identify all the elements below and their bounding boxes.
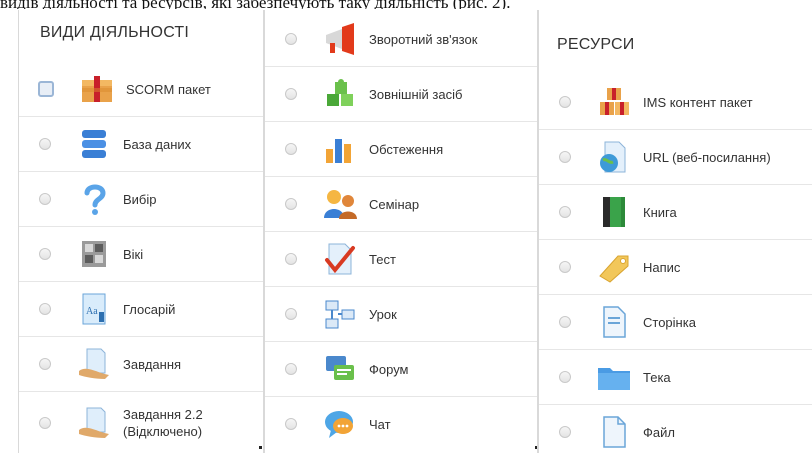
activity-label: Зворотний зв'язок (369, 31, 478, 47)
book-icon (595, 193, 633, 231)
activity-item-workshop[interactable]: Семінар (265, 177, 537, 232)
radio-folder[interactable] (559, 371, 571, 383)
radio-file[interactable] (559, 426, 571, 438)
radio-workshop[interactable] (285, 198, 297, 210)
radio-ims[interactable] (559, 96, 571, 108)
svg-text:Aa: Aa (86, 306, 98, 317)
radio-database[interactable] (39, 138, 51, 150)
separator-dot (259, 446, 262, 449)
workshop-people-icon (321, 185, 359, 223)
resource-item-url[interactable]: URL (веб-посилання) (539, 130, 812, 185)
resource-label: URL (веб-посилання) (643, 149, 771, 165)
activity-item-feedback[interactable]: Зворотний зв'язок (265, 12, 537, 67)
activity-label: Тест (369, 251, 396, 267)
resource-label: Тека (643, 369, 671, 385)
activity-label: Обстеження (369, 141, 444, 157)
scorm-package-icon (78, 70, 116, 108)
radio-glossary[interactable] (39, 303, 51, 315)
forum-chat-icon (321, 350, 359, 388)
resource-item-book[interactable]: Книга (539, 185, 812, 240)
radio-chat[interactable] (285, 418, 297, 430)
radio-survey[interactable] (285, 143, 297, 155)
activity-item-assignment-22[interactable]: Завдання 2.2 (Відключено) (19, 392, 263, 453)
activities-title: ВИДИ ДІЯЛЬНОСТІ (40, 24, 190, 41)
radio-url[interactable] (559, 151, 571, 163)
wiki-icon (75, 235, 113, 273)
activity-label: Зовнішній засіб (369, 86, 463, 102)
radio-quiz[interactable] (285, 253, 297, 265)
activities-panel: ВИДИ ДІЯЛЬНОСТІ SCORM пакет База даних В… (18, 10, 264, 453)
survey-chart-icon (321, 130, 359, 168)
activity-item-forum[interactable]: Форум (265, 342, 537, 397)
resource-label: Книга (643, 204, 677, 220)
radio-scorm[interactable] (38, 81, 54, 97)
resource-label: Файл (643, 424, 675, 440)
chat-bubble-icon (321, 405, 359, 443)
activity-item-choice[interactable]: Вибір (19, 172, 263, 227)
activity-label: Завдання 2.2 (Відключено) (123, 407, 203, 439)
ims-package-icon (595, 83, 633, 121)
activity-label: SCORM пакет (126, 81, 211, 97)
activity-label: Глосарій (123, 301, 176, 317)
activity-item-database[interactable]: База даних (19, 117, 263, 172)
resource-label: IMS контент пакет (643, 94, 753, 110)
radio-forum[interactable] (285, 363, 297, 375)
radio-wiki[interactable] (39, 248, 51, 260)
feedback-megaphone-icon (321, 20, 359, 58)
activity-item-wiki[interactable]: Вікі (19, 227, 263, 282)
label-tag-icon (595, 248, 633, 286)
activity-label: Форум (369, 361, 409, 377)
activity-item-scorm[interactable]: SCORM пакет (19, 62, 263, 117)
resource-item-ims[interactable]: IMS контент пакет (539, 75, 812, 130)
activity-label: Урок (369, 306, 397, 322)
resources-title: РЕСУРСИ (557, 36, 635, 53)
activity-label: Завдання (123, 356, 182, 372)
assignment-icon (75, 345, 113, 383)
resource-item-folder[interactable]: Тека (539, 350, 812, 405)
url-globe-icon (595, 138, 633, 176)
database-icon (75, 125, 113, 163)
activity-item-lesson[interactable]: Урок (265, 287, 537, 342)
activities-panel-2: Зворотний зв'язок Зовнішній засіб Обстеж… (264, 10, 538, 453)
radio-label[interactable] (559, 261, 571, 273)
resource-item-file[interactable]: Файл (539, 405, 812, 453)
folder-icon (595, 358, 633, 396)
activity-item-external-tool[interactable]: Зовнішній засіб (265, 67, 537, 122)
page-icon (595, 303, 633, 341)
activity-label: Вікі (123, 246, 144, 262)
activity-label: Семінар (369, 196, 420, 212)
external-tool-puzzle-icon (321, 75, 359, 113)
quiz-check-icon (321, 240, 359, 278)
file-icon (595, 413, 633, 451)
choice-question-icon (75, 180, 113, 218)
radio-choice[interactable] (39, 193, 51, 205)
activity-item-assignment[interactable]: Завдання (19, 337, 263, 392)
resource-label: Сторінка (643, 314, 696, 330)
resource-label: Напис (643, 259, 681, 275)
lesson-flow-icon (321, 295, 359, 333)
radio-book[interactable] (559, 206, 571, 218)
radio-lesson[interactable] (285, 308, 297, 320)
activity-label: Вибір (123, 191, 157, 207)
resource-item-page[interactable]: Сторінка (539, 295, 812, 350)
assignment-disabled-icon (75, 404, 113, 442)
radio-assignment[interactable] (39, 358, 51, 370)
resources-panel: РЕСУРСИ IMS контент пакет URL (веб-посил… (538, 10, 812, 453)
radio-assignment-22[interactable] (39, 417, 51, 429)
radio-feedback[interactable] (285, 33, 297, 45)
document-caption: видів діяльності та ресурсів, які забезп… (0, 0, 812, 9)
activity-item-quiz[interactable]: Тест (265, 232, 537, 287)
resource-item-label[interactable]: Напис (539, 240, 812, 295)
activity-item-chat[interactable]: Чат (265, 397, 537, 451)
radio-external-tool[interactable] (285, 88, 297, 100)
activity-label: Чат (369, 416, 391, 432)
activity-item-survey[interactable]: Обстеження (265, 122, 537, 177)
activity-item-glossary[interactable]: Aa Глосарій (19, 282, 263, 337)
activity-label: База даних (123, 136, 192, 152)
glossary-icon: Aa (75, 290, 113, 328)
radio-page[interactable] (559, 316, 571, 328)
